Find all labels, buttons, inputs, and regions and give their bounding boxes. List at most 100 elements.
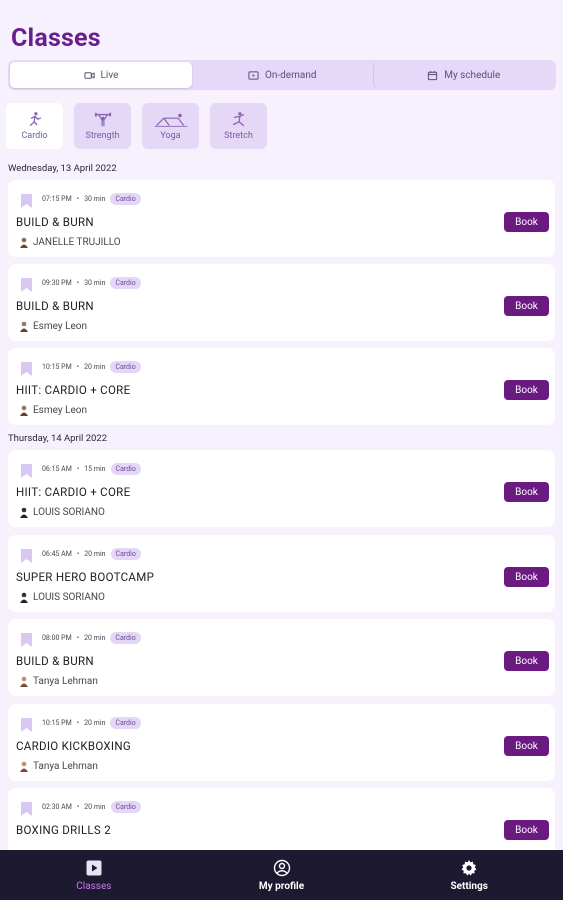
class-time: 07:15 PM (42, 195, 72, 203)
category-badge: Cardio (110, 193, 141, 205)
class-duration: 20 min (84, 719, 106, 727)
class-time: 06:15 AM (42, 465, 72, 473)
class-card[interactable]: 06:15 AM • 15 min Cardio HIIT: CARDIO + COR… (8, 450, 555, 527)
category-badge: Cardio (110, 632, 141, 644)
book-button[interactable]: Book (504, 296, 549, 316)
category-yoga[interactable]: Yoga (142, 103, 199, 149)
class-name: BUILD & BURN (16, 299, 94, 313)
category-cardio-label: Cardio (21, 131, 48, 141)
class-duration: 20 min (84, 363, 106, 371)
live-icon (83, 71, 95, 79)
class-type-tabs: Live On-demand My schedule (8, 60, 556, 90)
book-button[interactable]: Book (504, 736, 549, 756)
bookmark-icon[interactable] (21, 464, 32, 478)
nav-settings[interactable]: Settings (375, 850, 563, 900)
bookmark-icon[interactable] (21, 802, 32, 816)
stretch-icon (232, 112, 244, 127)
profile-icon (273, 859, 290, 876)
category-strength[interactable]: Strength (74, 103, 131, 149)
tab-live[interactable]: Live (10, 62, 192, 88)
instructor-name: Tanya Lehman (33, 676, 98, 687)
strength-icon (94, 112, 111, 127)
nav-my-profile-label: My profile (258, 880, 305, 892)
cardio-icon (29, 112, 41, 127)
instructor-name: LOUIS SORIANO (33, 507, 105, 518)
class-card[interactable]: 10:15 PM • 20 min Cardio CARDIO KICKBOXING … (8, 704, 555, 781)
bookmark-icon[interactable] (21, 194, 32, 208)
nav-classes[interactable]: Classes (0, 850, 188, 900)
class-name: HIIT: CARDIO + CORE (16, 485, 131, 499)
category-badge: Cardio (110, 463, 141, 475)
class-card[interactable]: 06:45 AM • 20 min Cardio SUPER HERO BOOTCAM… (8, 535, 555, 612)
category-strength-label: Strength (85, 131, 120, 141)
tab-on-demand-label: On-demand (265, 69, 317, 81)
book-button[interactable]: Book (504, 380, 549, 400)
tab-my-schedule-label: My schedule (444, 69, 501, 81)
category-stretch[interactable]: Stretch (210, 103, 267, 149)
class-time: 02:30 AM (42, 803, 72, 811)
class-time: 10:15 PM (42, 363, 72, 371)
nav-my-profile[interactable]: My profile (188, 850, 376, 900)
bookmark-icon[interactable] (21, 278, 32, 292)
nav-settings-label: Settings (450, 880, 488, 892)
class-duration: 20 min (84, 550, 106, 558)
class-time: 10:15 PM (42, 719, 72, 727)
avatar (20, 405, 28, 416)
gear-icon (461, 859, 477, 876)
bookmark-icon[interactable] (21, 633, 32, 647)
category-badge: Cardio (110, 717, 141, 729)
bookmark-icon[interactable] (21, 718, 32, 732)
nav-classes-label: Classes (76, 880, 112, 892)
bookmark-icon[interactable] (21, 549, 32, 563)
on-demand-icon (248, 70, 259, 80)
book-button[interactable]: Book (504, 651, 549, 671)
tab-my-schedule[interactable]: My schedule (372, 62, 555, 88)
class-duration: 15 min (84, 465, 106, 473)
bookmark-icon[interactable] (21, 362, 32, 376)
calendar-icon (428, 70, 438, 80)
avatar (20, 761, 28, 772)
class-duration: 20 min (84, 803, 106, 811)
category-badge: Cardio (110, 361, 141, 373)
instructor-name: Esmey Leon (33, 405, 87, 416)
category-badge: Cardio (110, 277, 141, 289)
day-header: Thursday, 14 April 2022 (8, 433, 108, 444)
play-square-icon (86, 860, 102, 875)
class-card[interactable]: 07:15 PM • 30 min Cardio BUILD & BURN JANEL… (8, 180, 555, 257)
instructor-name: Tanya Lehman (33, 761, 98, 772)
class-name: SUPER HERO BOOTCAMP (16, 570, 155, 584)
class-name: BUILD & BURN (16, 654, 94, 668)
instructor-name: Esmey Leon (33, 321, 87, 332)
category-stretch-label: Stretch (224, 131, 253, 141)
class-card[interactable]: 08:00 PM • 20 min Cardio BUILD & BURN Tanya… (8, 619, 555, 696)
category-badge: Cardio (110, 548, 141, 560)
instructor-name: JANELLE TRUJILLO (33, 237, 121, 248)
day-header: Wednesday, 13 April 2022 (8, 163, 117, 174)
tab-live-label: Live (100, 69, 119, 81)
book-button[interactable]: Book (504, 820, 549, 840)
avatar (20, 237, 28, 248)
bottom-nav: Classes My profile Settings (0, 850, 563, 900)
avatar (20, 321, 28, 332)
class-card[interactable]: 10:15 PM • 20 min Cardio HIIT: CARDIO + COR… (8, 348, 555, 425)
class-time: 09:30 PM (42, 279, 72, 287)
class-name: CARDIO KICKBOXING (16, 739, 131, 753)
book-button[interactable]: Book (504, 482, 549, 502)
class-time: 06:45 AM (42, 550, 72, 558)
avatar (20, 676, 28, 687)
category-badge: Cardio (110, 801, 141, 813)
avatar (20, 507, 28, 518)
category-cardio[interactable]: Cardio (6, 103, 63, 149)
class-card[interactable]: 09:30 PM • 30 min Cardio BUILD & BURN Esmey… (8, 264, 555, 341)
category-filters: Cardio Strength Yoga Stretch (6, 103, 267, 149)
class-name: BUILD & BURN (16, 215, 94, 229)
book-button[interactable]: Book (504, 567, 549, 587)
tab-on-demand[interactable]: On-demand (192, 62, 373, 88)
class-name: HIIT: CARDIO + CORE (16, 383, 131, 397)
class-duration: 30 min (84, 279, 106, 287)
book-button[interactable]: Book (504, 212, 549, 232)
class-time: 08:00 PM (42, 634, 72, 642)
class-duration: 20 min (84, 634, 106, 642)
instructor-name: LOUIS SORIANO (33, 592, 105, 603)
avatar (20, 592, 28, 603)
